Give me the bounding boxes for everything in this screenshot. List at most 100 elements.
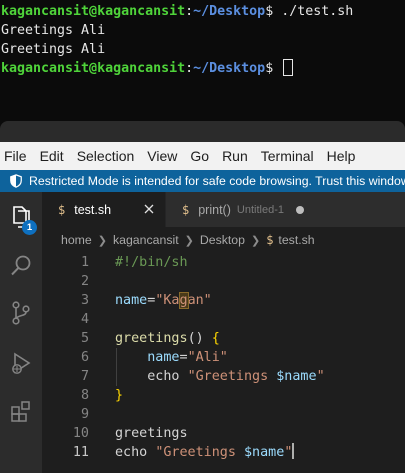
code-line[interactable]: 4 bbox=[42, 310, 405, 329]
tab-description: Untitled-1 bbox=[236, 203, 284, 216]
code-line[interactable]: 8} bbox=[42, 386, 405, 405]
code-token: an" bbox=[187, 293, 212, 308]
breadcrumb-home[interactable]: home bbox=[61, 233, 92, 247]
extensions-icon[interactable] bbox=[7, 397, 35, 425]
line-number: 3 bbox=[80, 293, 89, 308]
code-line[interactable]: 10 greetings bbox=[42, 424, 405, 443]
terminal-line: Greetings Ali bbox=[1, 23, 106, 38]
code-text: name="Ali" bbox=[115, 348, 228, 367]
terminal-colon: : bbox=[185, 61, 194, 76]
code-token: } bbox=[115, 388, 124, 403]
code-token: = bbox=[179, 350, 188, 365]
code-token: name bbox=[115, 350, 180, 365]
chevron-right-icon: ❯ bbox=[184, 234, 194, 247]
line-number: 8 bbox=[80, 388, 89, 403]
code-token: g bbox=[178, 292, 189, 309]
code-token: "Ali" bbox=[187, 350, 228, 365]
code-token: greetings bbox=[115, 426, 188, 441]
code-token: $name bbox=[244, 445, 285, 460]
banner-text: Restricted Mode is intended for safe cod… bbox=[29, 174, 405, 188]
line-number: 2 bbox=[80, 274, 89, 289]
code-token: "Ka bbox=[155, 293, 180, 308]
search-icon[interactable] bbox=[7, 252, 35, 280]
code-line[interactable]: 5 greetings() { bbox=[42, 329, 405, 348]
window-titlebar bbox=[0, 121, 405, 142]
menu-edit[interactable]: Edit bbox=[40, 148, 64, 164]
code-token: " bbox=[316, 369, 325, 384]
terminal-cursor bbox=[283, 59, 294, 76]
shield-icon bbox=[10, 174, 22, 188]
terminal-user: kagancansit@kagancansit bbox=[1, 4, 186, 19]
chevron-right-icon: ❯ bbox=[250, 234, 261, 247]
breadcrumb: home ❯ kagancansit ❯ Desktop ❯ $ test.sh bbox=[42, 227, 405, 253]
terminal-line: kagancansit@kagancansit:~/Desktop$ ./tes… bbox=[0, 2, 405, 21]
line-number: 7 bbox=[80, 369, 89, 384]
code-token: echo bbox=[115, 369, 188, 384]
tab-label: print() bbox=[198, 202, 231, 217]
code-line[interactable]: 3 name="Kagan" bbox=[42, 291, 405, 310]
code-text: greetings bbox=[115, 424, 188, 443]
code-token: name bbox=[115, 293, 148, 308]
menu-terminal[interactable]: Terminal bbox=[261, 148, 314, 164]
menu-file[interactable]: File bbox=[4, 148, 27, 164]
code-editor[interactable]: 1 #!/bin/sh 2 3 name="Kagan" 4 5 greetings() {6… bbox=[42, 253, 405, 473]
source-control-icon[interactable] bbox=[7, 299, 35, 327]
breadcrumb-test-sh[interactable]: test.sh bbox=[278, 233, 314, 247]
code-text: echo "Greetings $name" bbox=[115, 367, 325, 386]
tab-untitled-1[interactable]: $ print() Untitled-1 bbox=[166, 192, 405, 227]
terminal-prompt: $ bbox=[265, 61, 282, 76]
editor-tabs: $ test.sh $ print() Untitled-1 bbox=[42, 192, 405, 227]
menu-bar: File Edit Selection View Go Run Terminal… bbox=[0, 142, 405, 170]
run-debug-icon[interactable] bbox=[7, 349, 35, 377]
breadcrumb-kagancansit[interactable]: kagancansit bbox=[113, 233, 179, 247]
tab-label: test.sh bbox=[74, 202, 112, 217]
line-number: 10 bbox=[72, 426, 89, 441]
line-number: 11 bbox=[72, 445, 89, 460]
code-line[interactable]: 11 echo "Greetings $name" bbox=[42, 443, 405, 462]
shell-file-icon: $ bbox=[266, 233, 274, 247]
line-number: 5 bbox=[80, 331, 89, 346]
code-token: "Greetings bbox=[155, 445, 244, 460]
code-line[interactable]: 2 bbox=[42, 272, 405, 291]
line-number: 6 bbox=[80, 350, 89, 365]
chevron-right-icon: ❯ bbox=[97, 234, 107, 247]
terminal-path: ~/Desktop bbox=[193, 61, 266, 76]
code-token: { bbox=[211, 331, 220, 346]
code-line[interactable]: 9 bbox=[42, 405, 405, 424]
code-token: echo bbox=[115, 445, 156, 460]
code-text: } bbox=[115, 386, 123, 405]
tab-test-sh[interactable]: $ test.sh bbox=[42, 192, 166, 227]
activity-bar: 1 bbox=[0, 192, 42, 473]
terminal-path: ~/Desktop bbox=[193, 4, 266, 19]
code-line[interactable]: 1 #!/bin/sh bbox=[42, 253, 405, 272]
menu-go[interactable]: Go bbox=[190, 148, 209, 164]
menu-view[interactable]: View bbox=[147, 148, 177, 164]
restricted-mode-banner[interactable]: Restricted Mode is intended for safe cod… bbox=[0, 170, 405, 192]
code-line[interactable]: 6 name="Ali" bbox=[42, 348, 405, 367]
terminal-command: ./test.sh bbox=[281, 4, 354, 19]
code-token: "Greetings bbox=[187, 369, 277, 384]
terminal-colon: : bbox=[185, 4, 194, 19]
line-number: 4 bbox=[80, 312, 89, 327]
line-number: 9 bbox=[80, 407, 89, 422]
terminal-user: kagancansit@kagancansit bbox=[1, 61, 186, 76]
terminal-output[interactable]: kagancansit@kagancansit:~/Desktop$ ./tes… bbox=[0, 0, 405, 106]
code-text: greetings() { bbox=[115, 329, 220, 348]
code-token: () bbox=[187, 331, 212, 346]
breadcrumb-desktop[interactable]: Desktop bbox=[200, 233, 245, 247]
terminal-line: Greetings Ali bbox=[1, 42, 106, 57]
code-text: echo "Greetings $name" bbox=[115, 443, 294, 462]
shell-file-icon: $ bbox=[182, 202, 190, 217]
code-token: greetings bbox=[115, 331, 188, 346]
menu-selection[interactable]: Selection bbox=[77, 148, 135, 164]
line-number: 1 bbox=[80, 255, 89, 270]
menu-help[interactable]: Help bbox=[327, 148, 356, 164]
code-line[interactable]: 7 echo "Greetings $name" bbox=[42, 367, 405, 386]
unsaved-dot-icon[interactable] bbox=[295, 205, 304, 214]
code-token: " bbox=[284, 445, 293, 460]
close-icon[interactable] bbox=[142, 202, 156, 216]
shell-file-icon: $ bbox=[58, 202, 66, 217]
text-caret bbox=[292, 443, 294, 459]
menu-run[interactable]: Run bbox=[222, 148, 248, 164]
code-token: #!/bin/sh bbox=[115, 255, 188, 270]
